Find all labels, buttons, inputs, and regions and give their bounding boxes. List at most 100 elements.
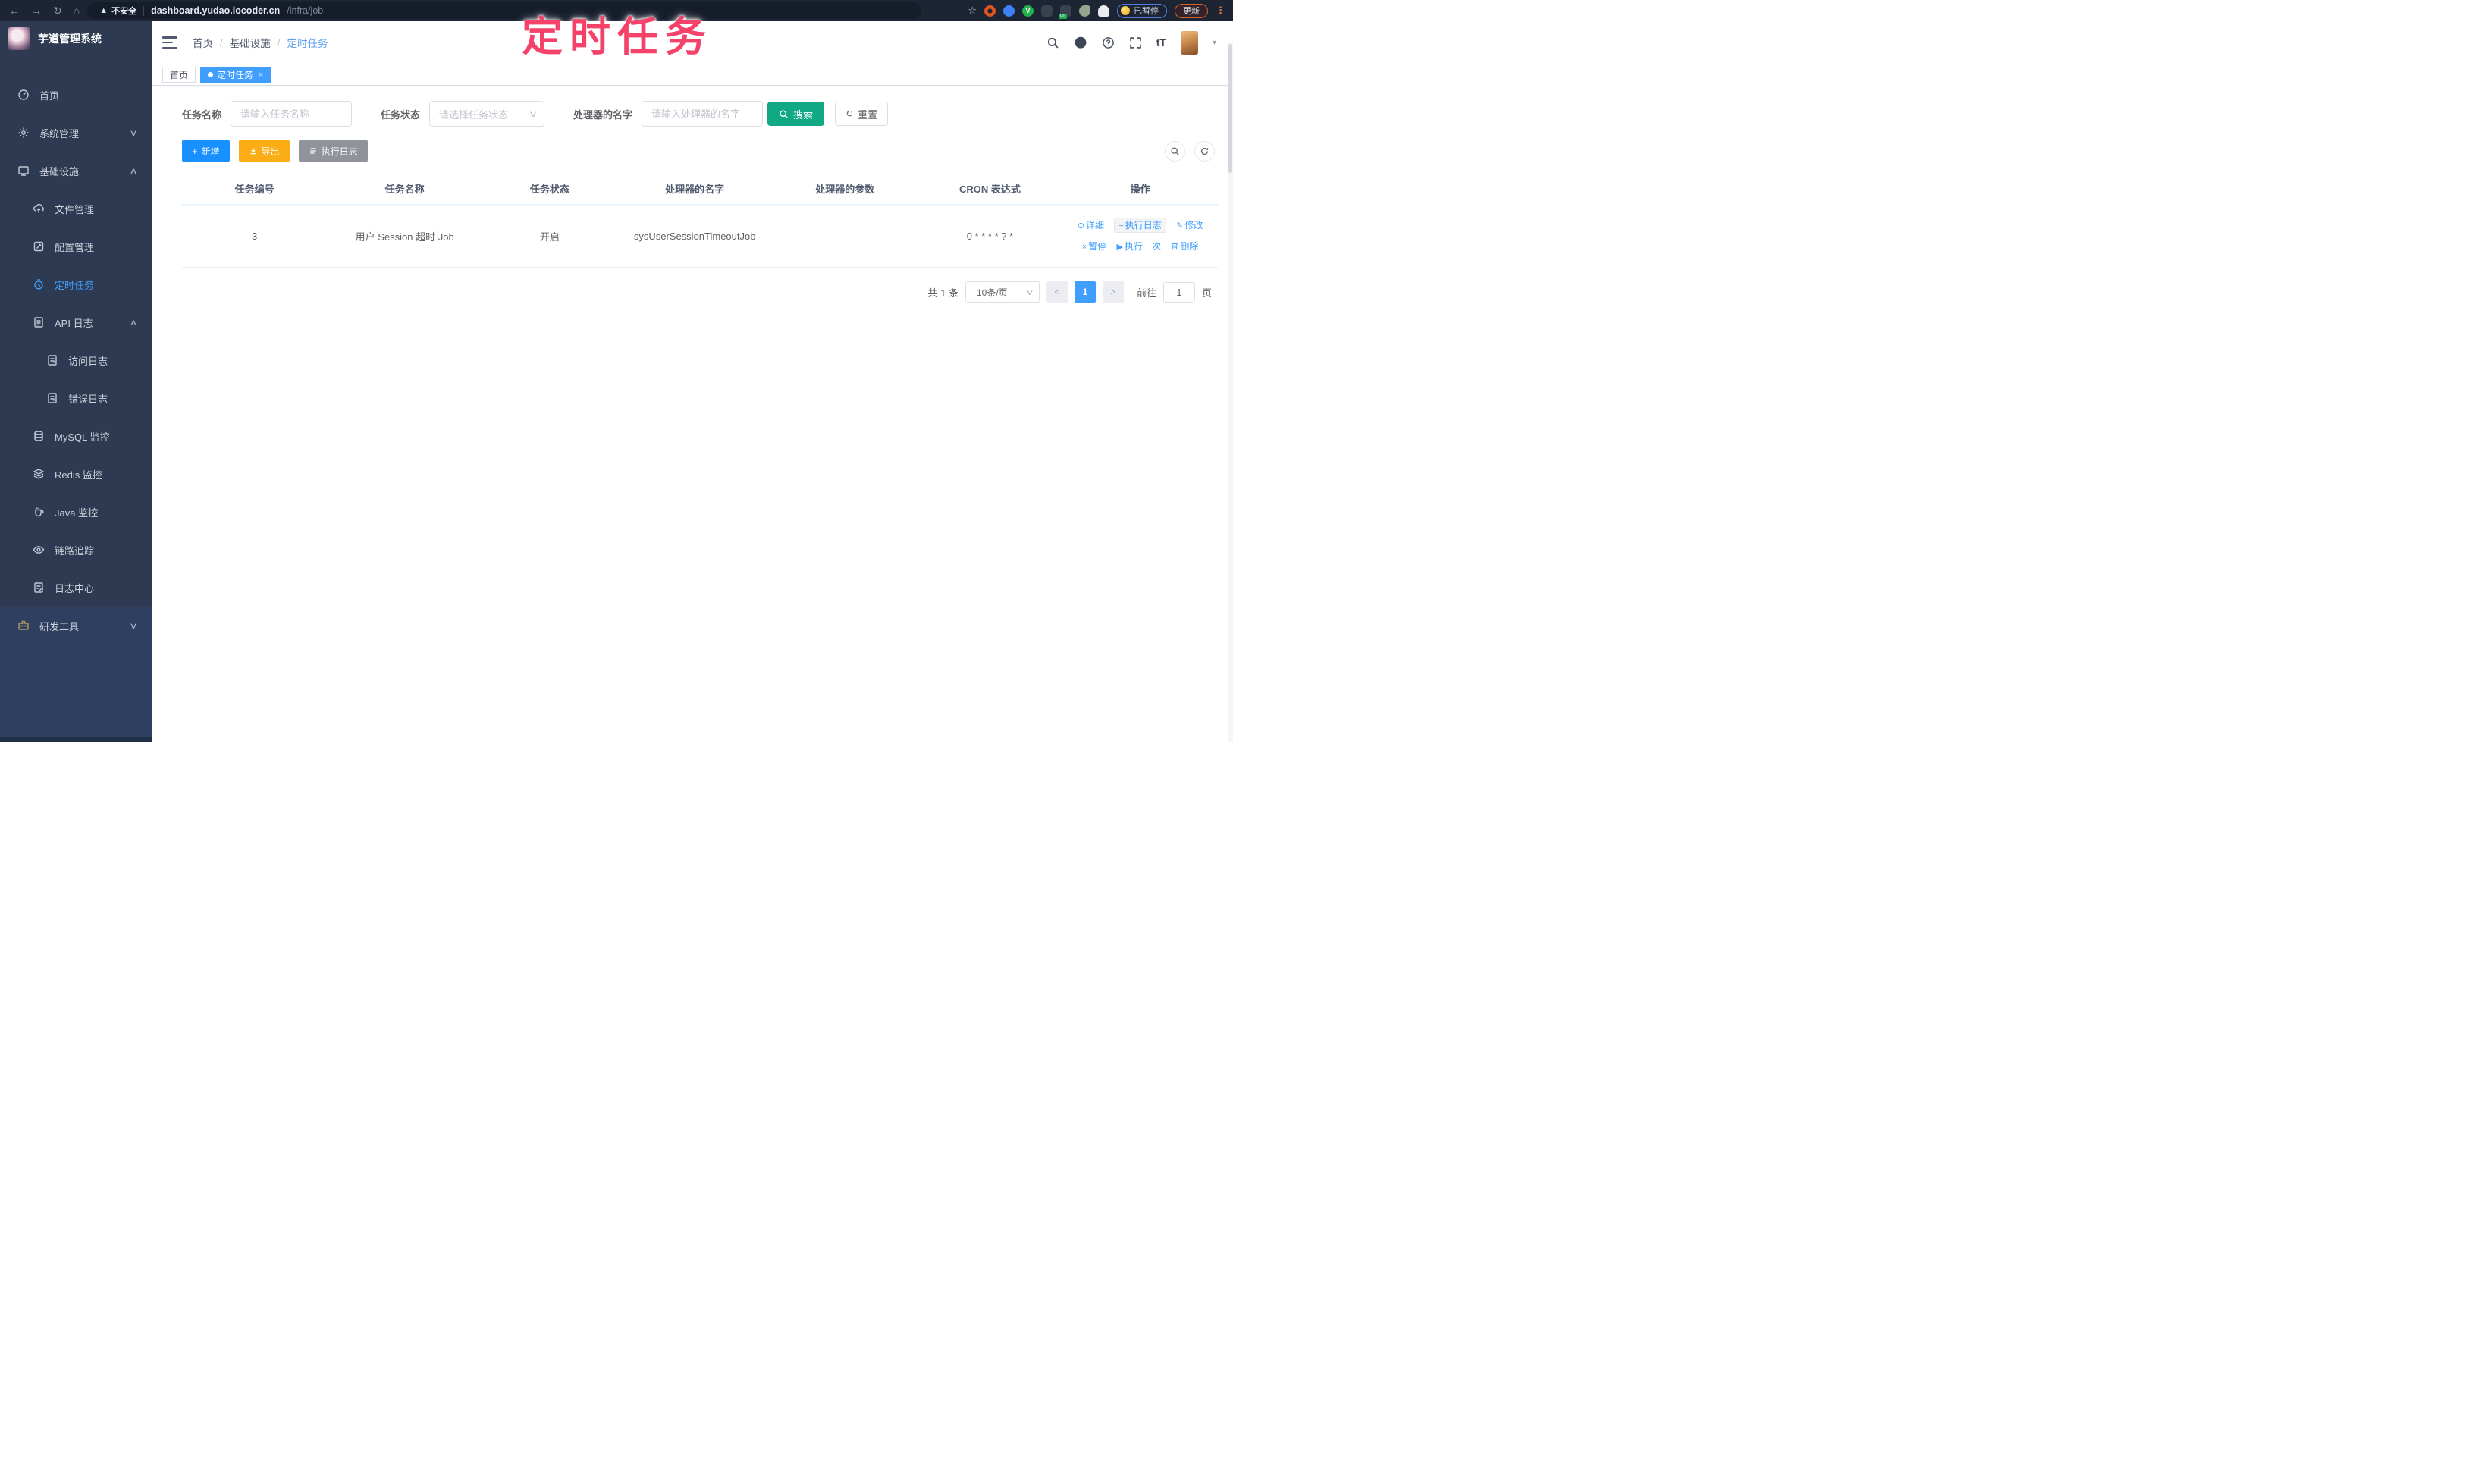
col-job-name: 任务名称 <box>327 173 483 206</box>
refresh-button[interactable] <box>1194 140 1215 162</box>
sidebar-item-infrastructure[interactable]: 基础设施 ∧ <box>0 152 152 190</box>
url-host: dashboard.yudao.iocoder.cn <box>151 5 281 16</box>
toggle-search-button[interactable] <box>1165 140 1185 162</box>
job-status-select[interactable]: 请选择任务状态 ∨ <box>429 101 545 127</box>
active-tab-dot <box>208 72 214 77</box>
font-size-icon[interactable]: tT <box>1156 36 1166 49</box>
sidebar: 芋道管理系统 首页 系统管理 ∨ 基础设施 ∧ 文件管理 配置管理 定时任务 A… <box>0 21 152 742</box>
sidebar-item-log-center[interactable]: 日志中心 <box>0 569 152 607</box>
user-avatar[interactable] <box>1180 30 1198 55</box>
job-name-label: 任务名称 <box>182 108 222 121</box>
sidebar-item-config-mgmt[interactable]: 配置管理 <box>0 227 152 265</box>
tab-home[interactable]: 首页 <box>162 67 196 83</box>
page-scrollbar[interactable] <box>1228 42 1233 742</box>
export-button[interactable]: 导出 <box>238 140 290 162</box>
sidebar-item-api-log[interactable]: API 日志 ∧ <box>0 303 152 341</box>
reset-button[interactable]: ↻ 重置 <box>835 102 889 126</box>
handler-name-label: 处理器的名字 <box>573 108 633 121</box>
sidebar-item-access-log[interactable]: 访问日志 <box>0 341 152 379</box>
eye-icon: ⊙ <box>1077 221 1084 231</box>
sidebar-devtools-section: 研发工具 ∨ <box>0 607 152 742</box>
forward-icon[interactable]: → <box>31 5 42 16</box>
sidebar-item-file-mgmt[interactable]: 文件管理 <box>0 190 152 227</box>
gear-icon <box>17 127 30 139</box>
cloud-upload-icon <box>32 202 45 215</box>
extension-icon[interactable] <box>1003 5 1015 17</box>
detail-link[interactable]: ⊙ 详细 <box>1078 220 1104 231</box>
search-button[interactable]: 搜索 <box>767 102 825 126</box>
avatar-caret-icon[interactable]: ▾ <box>1213 39 1216 47</box>
reload-icon[interactable]: ↻ <box>53 5 62 16</box>
sidebar-item-home[interactable]: 首页 <box>0 76 152 114</box>
sidebar-item-trace[interactable]: 链路追踪 <box>0 531 152 569</box>
delete-link[interactable]: 删除 <box>1171 241 1198 252</box>
job-status-label: 任务状态 <box>381 108 421 121</box>
col-cron: CRON 表达式 <box>917 173 1063 206</box>
header-actions: tT ▾ <box>1046 30 1216 55</box>
warning-icon: ▲ <box>99 6 108 15</box>
plus-icon: + <box>192 145 198 157</box>
edit-link[interactable]: ✎ 修改 <box>1176 220 1203 231</box>
fullscreen-icon[interactable] <box>1129 36 1142 49</box>
app-title: 芋道管理系统 <box>38 33 102 45</box>
exec-log-button[interactable]: 执行日志 <box>298 140 368 162</box>
trash-icon <box>1172 242 1178 249</box>
sidebar-item-scheduled-jobs[interactable]: 定时任务 <box>0 265 152 303</box>
eye-trace-icon <box>32 544 45 556</box>
main-area: 首页 / 基础设施 / 定时任务 tT ▾ 首页 定时任务 × 任务名称 请输入… <box>152 21 1233 742</box>
tab-bar: 首页 定时任务 × <box>152 64 1233 86</box>
home-icon[interactable]: ⌂ <box>74 5 80 16</box>
github-icon[interactable] <box>1074 36 1087 49</box>
pause-link[interactable]: × 暂停 <box>1082 241 1106 252</box>
breadcrumb-infrastructure[interactable]: 基础设施 <box>230 35 271 50</box>
handler-name-input[interactable] <box>642 101 764 127</box>
page-size-select[interactable]: 10条/页 ∨ <box>965 281 1040 303</box>
screen: 定时任务 ← → ↻ ⌂ ▲ 不安全 dashboard.yudao.iocod… <box>0 0 1233 742</box>
prev-page-button[interactable]: < <box>1046 281 1068 303</box>
update-button[interactable]: 更新 <box>1175 3 1208 18</box>
app-logo-row[interactable]: 芋道管理系统 <box>0 21 152 56</box>
job-name-input[interactable] <box>231 101 353 127</box>
sidebar-item-error-log[interactable]: 错误日志 <box>0 379 152 417</box>
filter-handler-name: 处理器的名字 <box>573 101 764 127</box>
back-icon[interactable]: ← <box>9 5 20 16</box>
tab-close-icon[interactable]: × <box>259 71 263 80</box>
filter-form: 任务名称 任务状态 请选择任务状态 ∨ 处理器的名字 搜索 <box>182 101 1218 127</box>
extension-icon[interactable]: V <box>1022 5 1034 17</box>
add-button[interactable]: + 新增 <box>182 140 230 162</box>
extension-icon[interactable]: on <box>1059 5 1071 19</box>
paused-badge[interactable]: 已暂停 <box>1117 3 1167 18</box>
sidebar-toggle-icon[interactable] <box>162 36 177 49</box>
browser-nav: ← → ↻ ⌂ <box>0 5 87 16</box>
scrollbar-thumb[interactable] <box>1228 44 1232 173</box>
list-icon <box>309 148 316 154</box>
goto-label: 前往 <box>1136 287 1156 299</box>
tab-scheduled-jobs[interactable]: 定时任务 × <box>200 67 271 83</box>
api-log-icon <box>32 316 45 328</box>
extension-icon[interactable] <box>984 5 996 17</box>
exec-log-link[interactable]: ≡ 执行日志 <box>1114 218 1166 233</box>
bookmark-star-icon[interactable]: ☆ <box>968 5 977 17</box>
browser-menu-icon[interactable]: ⋮ <box>1216 5 1225 17</box>
jobs-table: 任务编号 任务名称 任务状态 处理器的名字 处理器的参数 CRON 表达式 操作… <box>182 173 1218 268</box>
goto-page-input[interactable] <box>1162 281 1195 303</box>
sidebar-item-redis-monitor[interactable]: Redis 监控 <box>0 455 152 493</box>
sidebar-item-devtools[interactable]: 研发工具 ∨ <box>0 607 152 645</box>
next-page-button[interactable]: > <box>1102 281 1124 303</box>
current-page-button[interactable]: 1 <box>1074 281 1096 303</box>
security-warning[interactable]: ▲ 不安全 <box>99 5 136 17</box>
sidebar-item-system-mgmt[interactable]: 系统管理 ∨ <box>0 114 152 152</box>
sidebar-item-java-monitor[interactable]: Java 监控 <box>0 493 152 531</box>
address-bar[interactable]: ▲ 不安全 dashboard.yudao.iocoder.cn/infra/j… <box>87 2 922 19</box>
extension-icon[interactable] <box>1098 5 1109 17</box>
help-icon[interactable] <box>1102 36 1115 49</box>
extension-icon[interactable] <box>1041 5 1053 17</box>
url-path: /infra/job <box>287 5 324 16</box>
extension-icon[interactable] <box>1079 5 1090 17</box>
breadcrumb-home[interactable]: 首页 <box>193 35 213 50</box>
run-once-link[interactable]: ▶ 执行一次 <box>1117 241 1161 252</box>
refresh-icon: ↻ <box>846 108 854 119</box>
annotation-overlay-text: 定时任务 <box>522 14 713 60</box>
sidebar-item-mysql-monitor[interactable]: MySQL 监控 <box>0 417 152 455</box>
search-icon[interactable] <box>1046 36 1059 49</box>
